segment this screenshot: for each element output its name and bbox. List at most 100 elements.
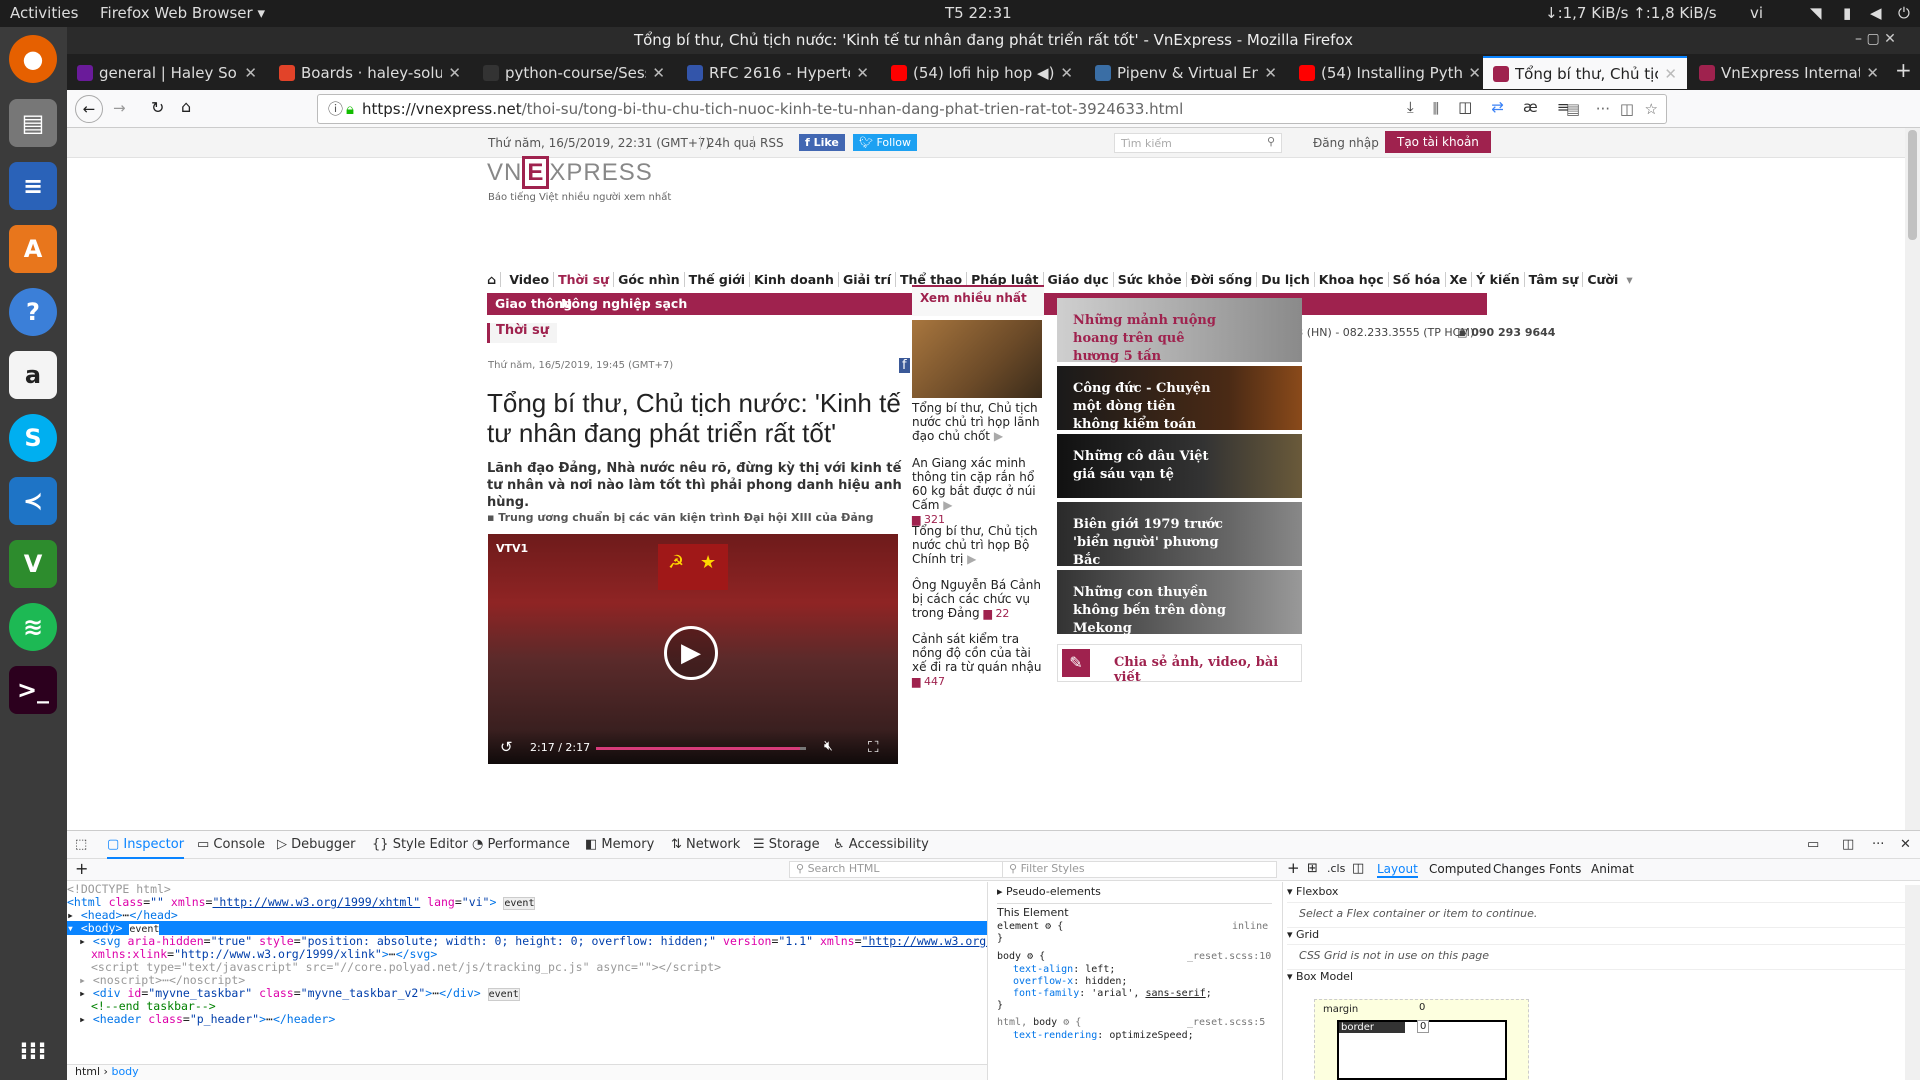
feature-banner[interactable]: Biên giới 1979 trước 'biển người' phương… xyxy=(1057,502,1302,568)
activities-button[interactable]: Activities xyxy=(10,4,78,22)
menu-item[interactable]: Cười xyxy=(1587,272,1622,287)
menu-item[interactable]: Kinh doanh xyxy=(754,272,839,287)
tab-computed[interactable]: Computed xyxy=(1429,862,1491,876)
rule-source[interactable]: _reset.scss:5 xyxy=(1187,1017,1265,1028)
menu-item[interactable]: Xe xyxy=(1449,272,1473,287)
tab-2[interactable]: Boards · haley-solutic ✕ xyxy=(269,56,471,89)
lock-icon[interactable]: 🔒︎ xyxy=(346,95,354,123)
tab-4[interactable]: RFC 2616 - Hypertext ✕ xyxy=(677,56,879,89)
tab-network[interactable]: ⇅ Network xyxy=(671,837,740,852)
close-tab-icon[interactable]: ✕ xyxy=(652,64,665,82)
code-line[interactable]: ▸ <div id="myvne_taskbar" class="myvne_t… xyxy=(79,986,520,1001)
most-viewed-item[interactable]: An Giang xác minh thông tin cặp rắn hổ 6… xyxy=(912,456,1042,527)
video-player[interactable]: ☭ ★ VTV1 ▶ ↺ 2:17 / 2:17 🔇︎ ⛶ xyxy=(488,534,898,764)
border-top-value[interactable]: 0 xyxy=(1417,1020,1430,1033)
close-tab-icon[interactable]: ✕ xyxy=(856,64,869,82)
tab-console[interactable]: ▭ Console xyxy=(197,837,265,852)
hours24-link[interactable]: 24h qua xyxy=(700,136,756,150)
tab-performance[interactable]: ◔ Performance xyxy=(472,837,570,852)
tab-9[interactable]: VnExpress Internatio ✕ xyxy=(1689,56,1889,89)
battery-icon[interactable]: ▮ xyxy=(1843,4,1851,22)
menu-icon[interactable]: ≡ xyxy=(1557,98,1570,116)
window-controls[interactable]: – ▢ ✕ xyxy=(1855,31,1896,47)
reload-button[interactable]: ↻ xyxy=(151,98,164,117)
spotify-icon[interactable]: ≋ xyxy=(9,603,57,651)
menu-item[interactable]: Đời sống xyxy=(1190,272,1258,287)
home-icon[interactable]: ⌂ xyxy=(487,272,501,287)
rule-decl[interactable]: text-rendering: optimizeSpeed; xyxy=(1013,1030,1194,1041)
firefox-icon[interactable]: ● xyxy=(9,35,57,83)
box-model-border[interactable]: border 0 xyxy=(1337,1020,1507,1080)
menu-item[interactable]: Thế giới xyxy=(688,272,751,287)
tab-fonts[interactable]: Fonts xyxy=(1549,862,1581,876)
menu-item[interactable]: Tâm sự xyxy=(1528,272,1584,287)
submenu-item[interactable]: Nông nghiệp sạch xyxy=(561,296,687,311)
feature-banner[interactable]: Những cô dâu Việt giá sáu vạn tệ xyxy=(1057,434,1302,498)
menu-item[interactable]: Góc nhìn xyxy=(618,272,685,287)
feature-banner[interactable]: Những con thuyền không bến trên dòng Mek… xyxy=(1057,570,1302,636)
menu-item[interactable]: Số hóa xyxy=(1392,272,1446,287)
rule-source[interactable]: inline xyxy=(1232,921,1268,932)
most-viewed-thumbnail[interactable] xyxy=(912,320,1042,398)
new-tab-button[interactable]: + xyxy=(1895,58,1912,82)
tab-memory[interactable]: ◧ Memory xyxy=(585,837,654,852)
app-menu[interactable]: Firefox Web Browser ▾ xyxy=(100,4,265,22)
code-line[interactable]: <html class="" xmlns="http://www.w3.org/… xyxy=(67,895,536,910)
files-icon[interactable]: ▤ xyxy=(9,99,57,147)
code-line[interactable]: ▸ <noscript>⋯</noscript> xyxy=(79,973,245,987)
close-tab-icon[interactable]: ✕ xyxy=(1468,64,1481,82)
code-line[interactable]: <!DOCTYPE html> xyxy=(67,882,171,896)
feature-banner[interactable]: Công đức - Chuyện một dòng tiền không ki… xyxy=(1057,366,1302,432)
amazon-icon[interactable]: a xyxy=(9,351,57,399)
home-button[interactable]: ⌂ xyxy=(181,97,191,116)
menu-item[interactable]: Du lịch xyxy=(1261,272,1315,287)
dock-icon[interactable]: ◫ xyxy=(1842,837,1854,852)
most-viewed-item[interactable]: Cảnh sát kiểm tra nồng độ cồn của tài xế… xyxy=(912,632,1042,689)
tab-inspector[interactable]: ▢ Inspector xyxy=(107,837,185,859)
menu-item[interactable]: Giải trí xyxy=(842,272,896,287)
toggle-sidebar-icon[interactable]: ◫ xyxy=(1352,861,1364,876)
menu-item[interactable]: Ý kiến xyxy=(1476,272,1525,287)
show-apps-icon[interactable]: ⁝⁝⁝ xyxy=(9,1027,57,1075)
grid-section[interactable]: ▾ Grid xyxy=(1287,927,1907,945)
tab-storage[interactable]: ☰ Storage xyxy=(753,837,820,852)
tab-changes[interactable]: Changes xyxy=(1493,862,1545,876)
boxmodel-section[interactable]: ▾ Box Model xyxy=(1287,969,1907,987)
rule-decl[interactable]: overflow-x: hidden; xyxy=(1013,976,1127,987)
skype-icon[interactable]: S xyxy=(9,414,57,462)
search-icon[interactable]: ⚲ xyxy=(1267,135,1275,148)
close-tab-icon[interactable]: ✕ xyxy=(1664,65,1677,83)
menu-item-active[interactable]: Thời sự xyxy=(558,272,615,287)
vnexpress-logo[interactable]: VN E XPRESS xyxy=(487,156,653,189)
facebook-like-button[interactable]: f Like xyxy=(799,134,845,151)
scrollbar-thumb[interactable] xyxy=(1908,130,1917,240)
tab-3[interactable]: python-course/Sessio ✕ xyxy=(473,56,675,89)
wifi-icon[interactable]: ◥ xyxy=(1810,4,1822,22)
writer-icon[interactable]: ≡ xyxy=(9,162,57,210)
register-button[interactable]: Tạo tài khoản xyxy=(1385,131,1491,153)
speaker-icon[interactable]: ◀) xyxy=(1037,64,1054,82)
toggle-pseudo-icon[interactable]: ⊞ xyxy=(1307,861,1318,876)
facebook-share-icon[interactable]: f xyxy=(899,358,910,373)
menu-item[interactable]: Sức khỏe xyxy=(1117,272,1187,287)
code-line[interactable]: <!--end taskbar--> xyxy=(91,999,216,1013)
mute-icon[interactable]: 🔇︎ xyxy=(824,738,833,754)
site-search-input[interactable]: Tìm kiếm ⚲ xyxy=(1114,133,1282,153)
help-icon[interactable]: ? xyxy=(9,288,57,336)
tab-accessibility[interactable]: ♿︎ Accessibility xyxy=(833,837,929,852)
tab-debugger[interactable]: ▷ Debugger xyxy=(277,837,356,852)
tab-1[interactable]: general | Haley Soluti ✕ xyxy=(67,56,267,89)
code-line[interactable]: ▸ <svg aria-hidden="true" style="positio… xyxy=(79,934,987,948)
code-line[interactable]: ▸ <header class="p_header">⋯</header> xyxy=(79,1012,335,1026)
close-devtools-icon[interactable]: ✕ xyxy=(1900,837,1911,852)
search-html-input[interactable]: ⚲ Search HTML xyxy=(789,861,1035,878)
replay-icon[interactable]: ↺ xyxy=(500,738,513,756)
code-line[interactable]: ▸ <head>⋯</head> xyxy=(67,908,178,922)
section-title[interactable]: Thời sự xyxy=(487,323,557,343)
close-tab-icon[interactable]: ✕ xyxy=(1060,64,1073,82)
most-viewed-item[interactable]: Ông Nguyễn Bá Cảnh bị cách các chức vụ t… xyxy=(912,578,1042,621)
box-model-margin[interactable]: margin 0 border 0 xyxy=(1314,999,1529,1080)
forward-button[interactable]: → xyxy=(113,99,126,117)
vscode-icon[interactable]: ≺ xyxy=(9,477,57,525)
cls-button[interactable]: .cls xyxy=(1327,862,1345,875)
